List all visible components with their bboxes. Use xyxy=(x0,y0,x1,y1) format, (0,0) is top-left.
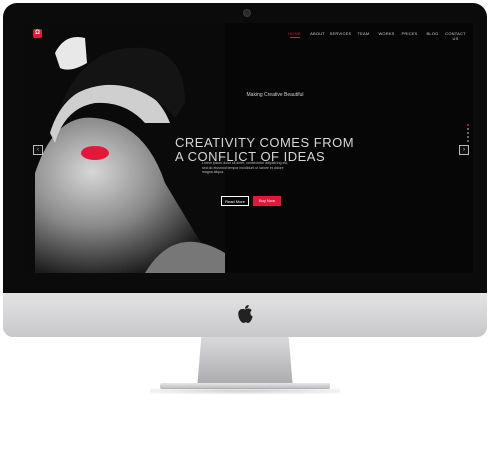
hero-tagline: Making Creative Beautiful xyxy=(246,92,304,98)
main-nav: Home About Services Team Works Prices Bl… xyxy=(283,31,467,41)
prev-slide-arrow-icon[interactable]: ‹ xyxy=(33,145,43,155)
hero-headline: CREATIVITY COMES FROM A CONFLICT OF IDEA… xyxy=(175,136,375,164)
read-more-button[interactable]: Read More xyxy=(221,196,249,206)
nav-home[interactable]: Home xyxy=(283,31,306,41)
monitor-shadow xyxy=(150,388,340,394)
monitor-stand xyxy=(197,337,293,387)
monitor-bezel: Ω Home About Services Team Works Prices … xyxy=(3,3,487,293)
website-screen: Ω Home About Services Team Works Prices … xyxy=(25,23,473,273)
slide-dot[interactable] xyxy=(467,132,469,134)
apple-logo-icon xyxy=(238,305,253,323)
nav-team[interactable]: Team xyxy=(352,31,375,41)
headline-line1: CREATIVITY COMES FROM xyxy=(175,135,355,150)
nav-contact[interactable]: Contact Us xyxy=(444,31,467,41)
nav-blog[interactable]: Blog xyxy=(421,31,444,41)
slide-dot[interactable] xyxy=(467,124,469,126)
nav-works[interactable]: Works xyxy=(375,31,398,41)
slide-dot[interactable] xyxy=(467,128,469,130)
slide-dot[interactable] xyxy=(467,140,469,142)
slide-dots xyxy=(467,124,469,142)
slide-dot[interactable] xyxy=(467,136,469,138)
nav-services[interactable]: Services xyxy=(329,31,352,41)
next-slide-arrow-icon[interactable]: › xyxy=(459,145,469,155)
nav-prices[interactable]: Prices xyxy=(398,31,421,41)
buy-now-button[interactable]: Buy Now xyxy=(253,196,281,206)
camera-icon xyxy=(243,9,251,17)
nav-about[interactable]: About xyxy=(306,31,329,41)
site-logo-icon[interactable]: Ω xyxy=(33,29,42,38)
hero-lead-text: Lorem ipsum dolor sit amet, consectetur … xyxy=(202,161,288,174)
